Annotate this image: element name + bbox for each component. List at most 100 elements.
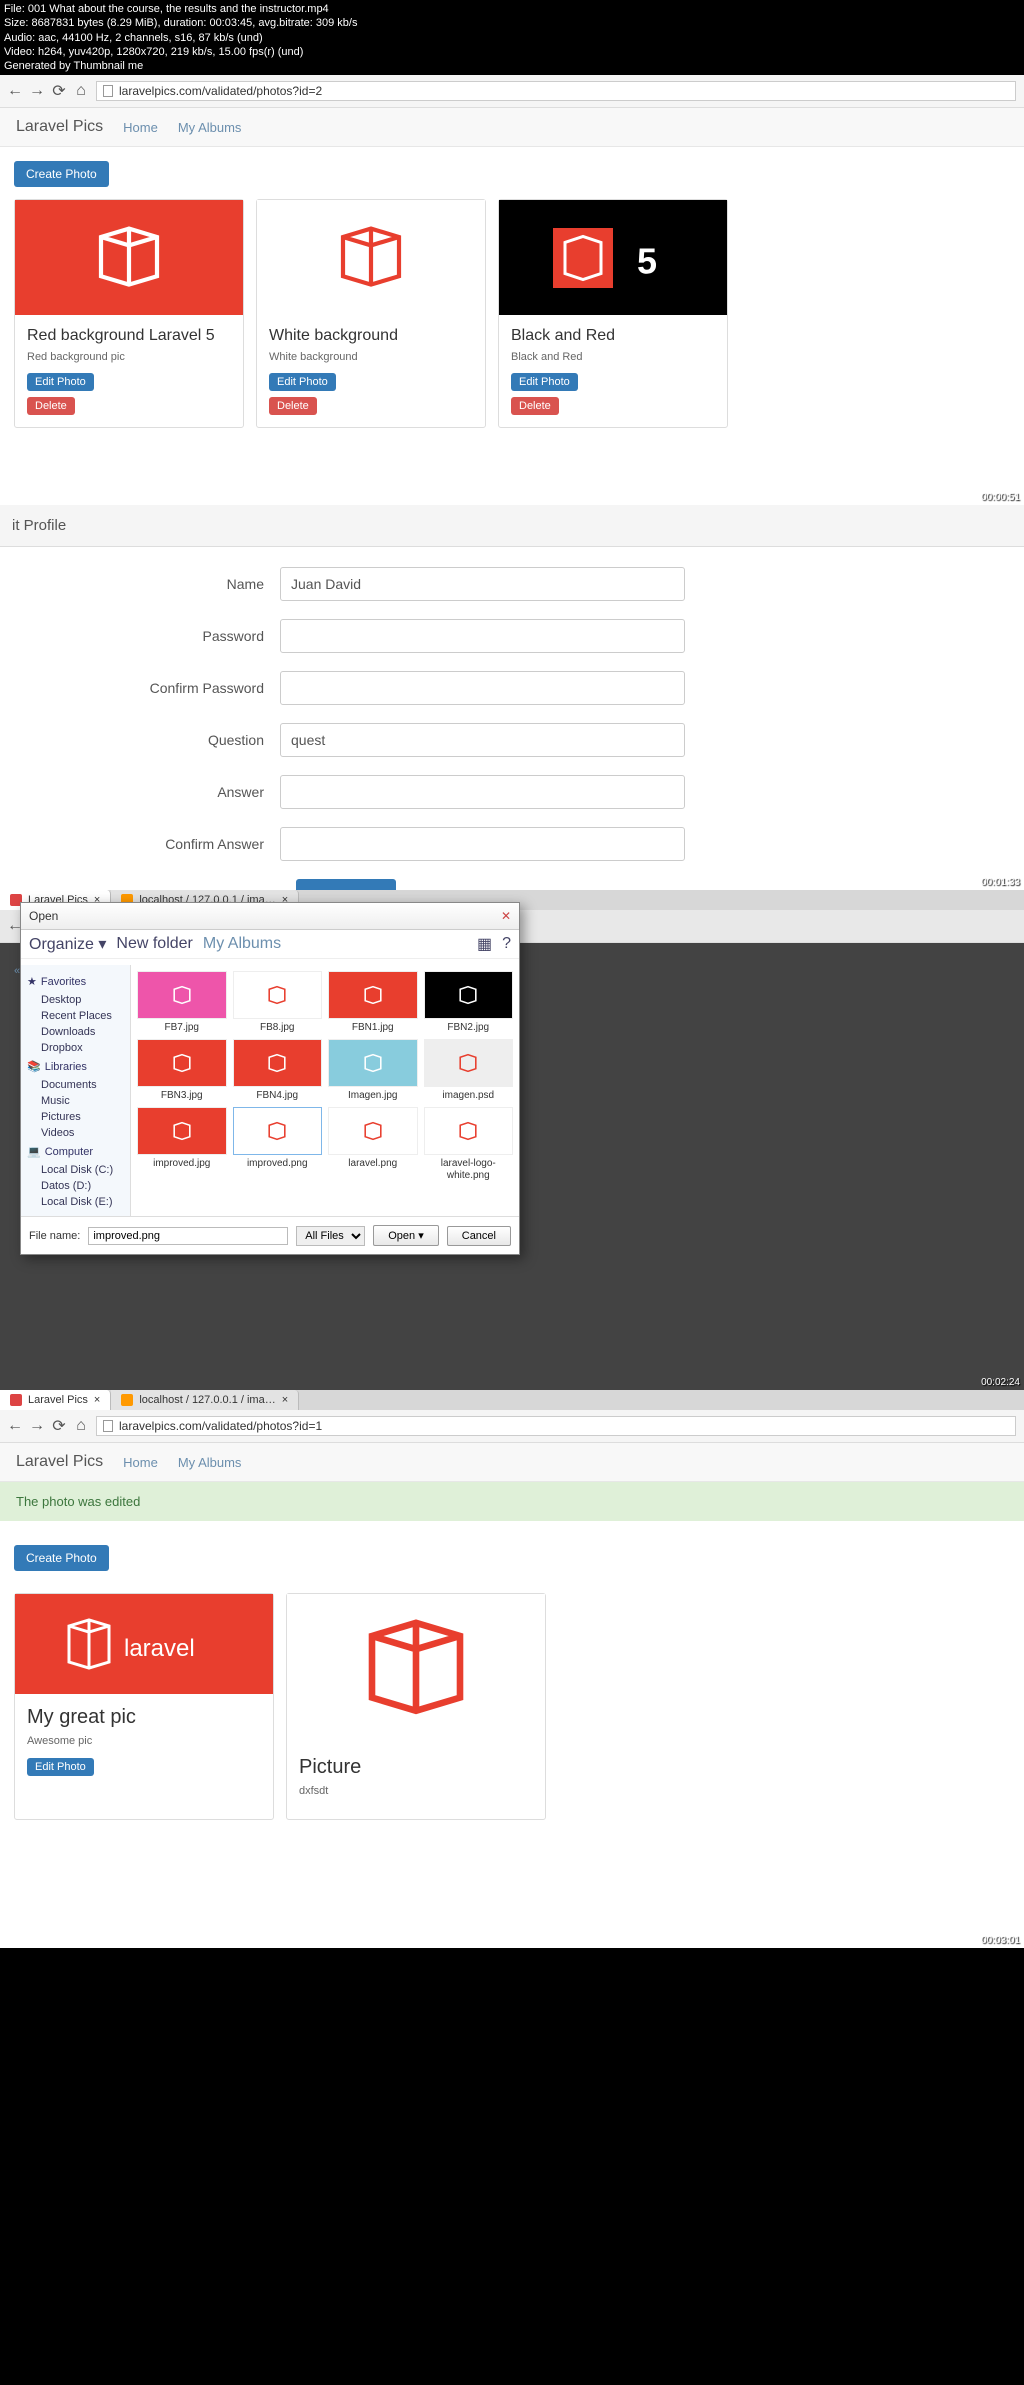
delete-button[interactable]: Delete [269, 397, 317, 415]
meta-gen: Generated by Thumbnail me [4, 59, 1020, 73]
sidebar-downloads[interactable]: Downloads [27, 1024, 124, 1040]
confirm-password-input[interactable] [280, 671, 685, 705]
sidebar-recent[interactable]: Recent Places [27, 1008, 124, 1024]
brand[interactable]: Laravel Pics [16, 1453, 103, 1471]
sidebar-disk-e[interactable]: Local Disk (E:) [27, 1194, 124, 1210]
libraries-header[interactable]: 📚 Libraries [27, 1056, 124, 1077]
answer-input[interactable] [280, 775, 685, 809]
brand[interactable]: Laravel Pics [16, 118, 103, 136]
close-icon[interactable]: ✕ [501, 909, 511, 923]
confirm-answer-input[interactable] [280, 827, 685, 861]
file-item[interactable]: FB7.jpg [137, 971, 227, 1033]
photo-card: Picture dxfsdt [286, 1593, 546, 1820]
frame-2: it Profile Name Password Confirm Passwor… [0, 505, 1024, 890]
sidebar-pictures[interactable]: Pictures [27, 1109, 124, 1125]
video-metadata: File: 001 What about the course, the res… [0, 0, 1024, 75]
svg-text:laravel: laravel [124, 1635, 195, 1662]
forward-icon[interactable]: → [30, 1419, 44, 1433]
create-photo-button[interactable]: Create Photo [14, 1545, 109, 1571]
sidebar-documents[interactable]: Documents [27, 1077, 124, 1093]
frame-4: Laravel Pics× localhost / 127.0.0.1 / im… [0, 1390, 1024, 1948]
card-thumb: 5 [499, 200, 727, 315]
edit-photo-button[interactable]: Edit Photo [511, 373, 578, 391]
nav-albums[interactable]: My Albums [178, 120, 242, 135]
create-photo-button[interactable]: Create Photo [14, 161, 109, 187]
file-item[interactable]: improved.png [233, 1107, 323, 1181]
home-icon[interactable]: ⌂ [74, 84, 88, 98]
address-bar[interactable]: laravelpics.com/validated/photos?id=2 [96, 81, 1016, 101]
cancel-button[interactable]: Cancel [447, 1226, 511, 1246]
sidebar-music[interactable]: Music [27, 1093, 124, 1109]
file-item[interactable]: laravel-logo-white.png [424, 1107, 514, 1181]
home-icon[interactable]: ⌂ [74, 1419, 88, 1433]
reload-icon[interactable]: ⟳ [52, 84, 66, 98]
card-sub: White background [269, 351, 473, 363]
timestamp: 00:01:33 [981, 877, 1020, 888]
card-title: White background [269, 327, 473, 345]
meta-file: File: 001 What about the course, the res… [4, 2, 1020, 16]
url-text: laravelpics.com/validated/photos?id=1 [119, 1419, 322, 1433]
sidebar-disk-c[interactable]: Local Disk (C:) [27, 1162, 124, 1178]
edit-photo-button[interactable]: Edit Photo [27, 373, 94, 391]
close-icon[interactable]: × [94, 1394, 100, 1406]
file-item[interactable]: Imagen.jpg [328, 1039, 418, 1101]
meta-size: Size: 8687831 bytes (8.29 MiB), duration… [4, 16, 1020, 30]
panel-heading: it Profile [0, 505, 1024, 547]
browser-tabs: Laravel Pics× localhost / 127.0.0.1 / im… [0, 1390, 1024, 1410]
file-open-dialog: Open ✕ Organize ▾ New folder My Albums ▦… [20, 902, 520, 1255]
delete-button[interactable]: Delete [27, 397, 75, 415]
file-item[interactable]: FBN4.jpg [233, 1039, 323, 1101]
meta-audio: Audio: aac, 44100 Hz, 2 channels, s16, 8… [4, 31, 1020, 45]
address-bar[interactable]: laravelpics.com/validated/photos?id=1 [96, 1416, 1016, 1436]
open-button[interactable]: Open ▾ [373, 1225, 439, 1246]
question-label: Question [20, 732, 280, 748]
page-content: Create Photo Red background Laravel 5 Re… [0, 147, 1024, 442]
file-item[interactable]: FBN1.jpg [328, 971, 418, 1033]
organize-button[interactable]: Organize ▾ [29, 934, 106, 954]
nav-albums[interactable]: My Albums [178, 1455, 242, 1470]
app-navbar: Laravel Pics Home My Albums [0, 108, 1024, 147]
tab-laravel-pics[interactable]: Laravel Pics× [0, 1390, 111, 1410]
file-item[interactable]: imagen.psd [424, 1039, 514, 1101]
sidebar-dropbox[interactable]: Dropbox [27, 1040, 124, 1056]
back-icon[interactable]: ← [8, 1419, 22, 1433]
password-input[interactable] [280, 619, 685, 653]
card-thumb: laravel [15, 1594, 273, 1694]
card-sub: Black and Red [511, 351, 715, 363]
edit-photo-button[interactable]: Edit Photo [269, 373, 336, 391]
frame-3: Laravel Pics× localhost / 127.0.0.1 / im… [0, 890, 1024, 1390]
close-icon[interactable]: × [282, 1394, 288, 1406]
tab-localhost[interactable]: localhost / 127.0.0.1 / ima…× [111, 1390, 299, 1410]
card-list: laravel My great pic Awesome pic Edit Ph… [14, 1593, 1010, 1820]
dialog-title-bar: Open ✕ [21, 903, 519, 930]
file-item[interactable]: improved.jpg [137, 1107, 227, 1181]
my-albums-link[interactable]: My Albums [203, 935, 281, 953]
delete-button[interactable]: Delete [511, 397, 559, 415]
filename-input[interactable] [88, 1227, 288, 1245]
file-item[interactable]: FBN3.jpg [137, 1039, 227, 1101]
filename-label: File name: [29, 1230, 80, 1242]
file-filter-select[interactable]: All Files [296, 1226, 365, 1246]
edit-photo-button[interactable]: Edit Photo [27, 1758, 94, 1776]
nav-home[interactable]: Home [123, 1455, 158, 1470]
nav-home[interactable]: Home [123, 120, 158, 135]
password-label: Password [20, 628, 280, 644]
name-label: Name [20, 576, 280, 592]
view-icon[interactable]: ▦ [477, 934, 492, 954]
sidebar-desktop[interactable]: Desktop [27, 992, 124, 1008]
help-icon[interactable]: ? [502, 935, 511, 953]
question-input[interactable] [280, 723, 685, 757]
computer-header[interactable]: 💻 Computer [27, 1141, 124, 1162]
back-icon[interactable]: ← [8, 84, 22, 98]
file-item[interactable]: FB8.jpg [233, 971, 323, 1033]
sidebar-videos[interactable]: Videos [27, 1125, 124, 1141]
favorites-header[interactable]: ★ Favorites [27, 971, 124, 992]
timestamp: 00:00:51 [981, 492, 1020, 503]
new-folder-button[interactable]: New folder [116, 935, 192, 953]
forward-icon[interactable]: → [30, 84, 44, 98]
file-item[interactable]: FBN2.jpg [424, 971, 514, 1033]
file-item[interactable]: laravel.png [328, 1107, 418, 1181]
sidebar-disk-d[interactable]: Datos (D:) [27, 1178, 124, 1194]
name-input[interactable] [280, 567, 685, 601]
reload-icon[interactable]: ⟳ [52, 1419, 66, 1433]
